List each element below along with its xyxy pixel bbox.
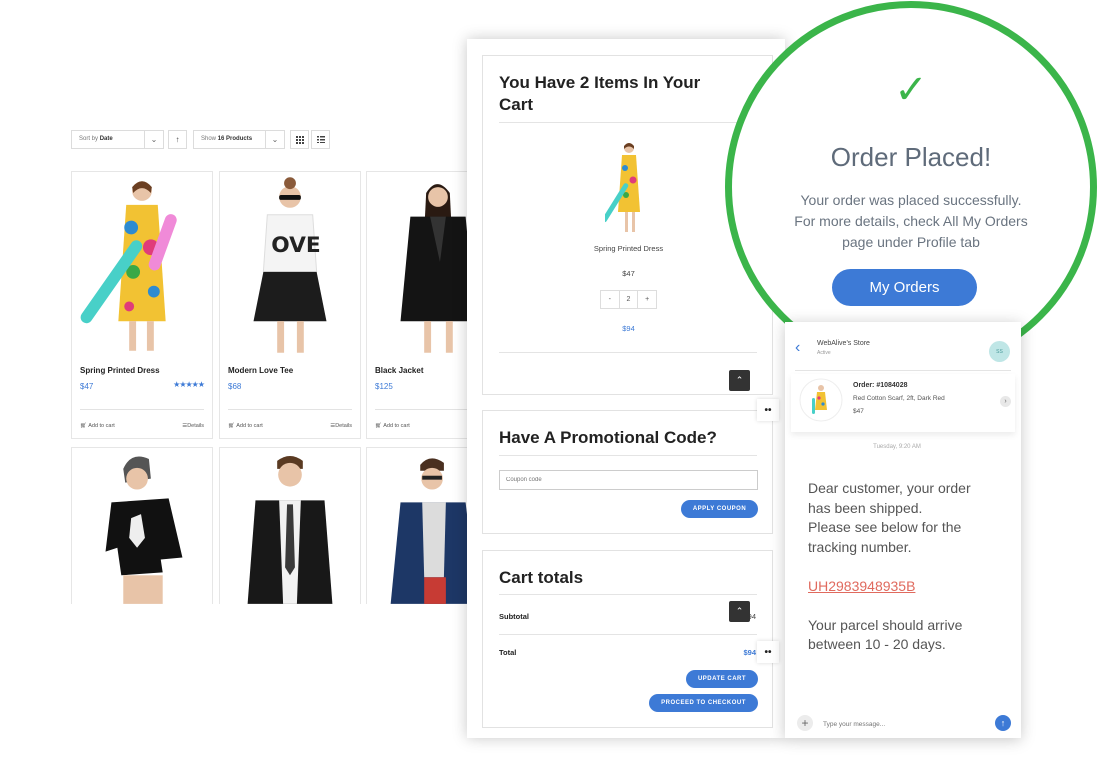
add-attachment-icon[interactable]: + <box>797 715 813 731</box>
order-placed-message: Your order was placed successfully. For … <box>794 192 1028 250</box>
divider <box>795 370 1011 371</box>
product-image: OVE <box>253 177 327 353</box>
apply-coupon-button[interactable]: APPLY COUPON <box>681 500 758 518</box>
drag-handle-icon[interactable]: •• <box>757 641 779 663</box>
details-label: Details <box>187 423 204 429</box>
order-item-image <box>799 378 843 422</box>
cart-item-name[interactable]: Spring Printed Dress <box>483 244 774 253</box>
cart-item-price: $47 <box>622 269 635 278</box>
product-price: $68 <box>228 382 242 391</box>
order-placed-title: Order Placed! <box>830 142 992 172</box>
details-label: Details <box>335 423 352 429</box>
cart-icon: 🛒︎ <box>375 423 382 429</box>
decrease-quantity-button[interactable]: - <box>601 291 620 308</box>
message-input[interactable] <box>821 715 985 733</box>
order-summary-card[interactable]: Order: #1084028 Red Cotton Scarf, 2ft, D… <box>791 374 1015 432</box>
cart-item-total: $94 <box>622 324 635 333</box>
send-button[interactable]: ↑ <box>995 715 1011 731</box>
coupon-code-input[interactable] <box>499 470 758 490</box>
details-button[interactable]: ☰Details <box>330 423 352 429</box>
order-price: $47 <box>853 408 864 415</box>
total-label: Total <box>499 648 517 657</box>
cart-icon: 🛒︎ <box>228 423 235 429</box>
update-cart-button[interactable]: UPDATE CART <box>686 670 758 688</box>
chat-message: Dear customer, your order has been shipp… <box>808 480 971 652</box>
store-name: WebAlive's Store <box>817 340 870 347</box>
chevron-right-icon[interactable]: › <box>1000 396 1011 407</box>
scroll-top-button[interactable]: ⌃ <box>729 370 750 391</box>
show-prefix: Show <box>201 136 217 142</box>
show-count-select[interactable]: Show 16 Products ⌄ <box>193 130 285 149</box>
divider <box>499 594 757 595</box>
promo-section: Have A Promotional Code? APPLY COUPON <box>482 410 773 534</box>
drag-handle-icon[interactable]: •• <box>757 399 779 421</box>
product-name[interactable]: Spring Printed Dress <box>80 366 160 375</box>
add-to-cart-label: Add to cart <box>383 423 410 429</box>
grid-view-button[interactable] <box>290 130 309 149</box>
total-value: $94 <box>743 648 756 657</box>
cart-title: You Have 2 Items In Your Cart <box>499 73 701 114</box>
add-to-cart-button[interactable]: 🛒︎ Add to cart <box>228 423 263 429</box>
cart-totals-section: Cart totals Subtotal $94 Total $94 UPDAT… <box>482 550 773 728</box>
divider <box>499 634 757 635</box>
quantity-stepper: - 2 + <box>600 290 657 309</box>
add-to-cart-label: Add to cart <box>88 423 115 429</box>
product-price: $125 <box>375 382 393 391</box>
back-chevron-icon[interactable]: ‹ <box>795 340 800 356</box>
show-value: 16 Products <box>217 136 253 142</box>
checkmark-icon: ✓ <box>894 67 928 113</box>
product-image <box>105 456 183 604</box>
order-placed-dialog: ✓ Order Placed! Your order was placed su… <box>725 1 1097 373</box>
store-status: Active <box>817 350 831 356</box>
cart-totals-title: Cart totals <box>499 568 584 587</box>
quantity-value[interactable]: 2 <box>620 291 639 308</box>
chevron-down-icon: ⌄ <box>265 131 284 148</box>
message-timestamp: Tuesday, 9:20 AM <box>873 444 921 450</box>
subtotal-label: Subtotal <box>499 612 529 621</box>
chevron-down-icon: ⌄ <box>144 131 163 148</box>
avatar: SS <box>989 341 1010 362</box>
product-price: $47 <box>80 382 94 391</box>
sort-prefix: Sort by <box>79 136 99 142</box>
chat-panel: ‹ WebAlive's Store Active SS Order: #108… <box>785 322 1021 738</box>
list-icon <box>316 136 325 143</box>
product-name[interactable]: Black Jacket <box>375 366 423 375</box>
product-card[interactable]: OVE Modern Love Tee $68 🛒︎ Add to cart ☰… <box>219 171 361 439</box>
divider <box>80 409 204 410</box>
list-view-button[interactable] <box>311 130 330 149</box>
cart-item-image <box>605 143 640 232</box>
order-number: Order: #1084028 <box>853 382 908 389</box>
product-image <box>80 181 177 351</box>
divider <box>499 122 757 123</box>
star-rating: ★★★★★ <box>173 380 205 389</box>
add-to-cart-button[interactable]: 🛒︎ Add to cart <box>375 423 410 429</box>
product-name[interactable]: Modern Love Tee <box>228 366 293 375</box>
divider <box>499 352 757 353</box>
promo-title: Have A Promotional Code? <box>499 428 717 447</box>
arrow-up-icon: ↑ <box>1000 718 1006 728</box>
svg-text:OVE: OVE <box>271 233 320 258</box>
add-to-cart-button[interactable]: 🛒︎ Add to cart <box>80 423 115 429</box>
sort-direction-button[interactable]: ↑ <box>168 130 187 149</box>
details-button[interactable]: ☰Details <box>182 423 204 429</box>
scroll-top-button[interactable]: ⌃ <box>729 601 750 622</box>
add-to-cart-label: Add to cart <box>236 423 263 429</box>
product-card[interactable] <box>71 447 213 604</box>
increase-quantity-button[interactable]: + <box>638 291 656 308</box>
divider <box>499 455 757 456</box>
product-card[interactable]: Spring Printed Dress $47 ★★★★★ 🛒︎ Add to… <box>71 171 213 439</box>
product-image <box>247 456 333 604</box>
proceed-to-checkout-button[interactable]: PROCEED TO CHECKOUT <box>649 694 758 712</box>
cart-icon: 🛒︎ <box>80 423 87 429</box>
sort-select[interactable]: Sort by Date ⌄ <box>71 130 164 149</box>
grid-icon <box>295 135 304 144</box>
my-orders-button[interactable]: My Orders <box>832 269 977 306</box>
order-description: Red Cotton Scarf, 2ft, Dark Red <box>853 395 945 402</box>
divider <box>228 409 352 410</box>
product-card[interactable] <box>219 447 361 604</box>
tracking-number-link[interactable]: UH2983948935B <box>808 578 915 594</box>
sort-value: Date <box>99 136 113 142</box>
